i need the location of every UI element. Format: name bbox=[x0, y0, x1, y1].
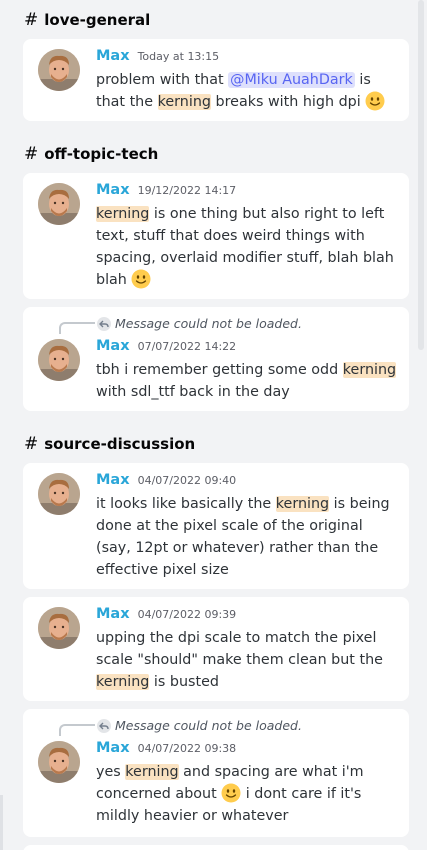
avatar[interactable] bbox=[38, 339, 80, 381]
channel-hash-icon: # bbox=[24, 434, 39, 454]
search-result-message[interactable]: Max 04/07/2022 09:39 upping the dpi scal… bbox=[23, 597, 409, 701]
slight-smile-emoji-icon bbox=[365, 91, 385, 111]
slight-smile-emoji-icon bbox=[131, 269, 151, 289]
search-result-message[interactable]: Message could not be loaded. Max 07/07/2… bbox=[23, 307, 409, 411]
search-result-message[interactable]: Max 19/12/2022 14:17 kerning is one thin… bbox=[23, 173, 409, 299]
channel-hash-icon: # bbox=[24, 10, 39, 30]
channel-hash-icon: # bbox=[24, 144, 39, 164]
author-name[interactable]: Max bbox=[96, 338, 130, 354]
scrollbar-thumb[interactable] bbox=[418, 0, 424, 350]
reply-spine bbox=[59, 724, 95, 736]
search-result-message[interactable] bbox=[23, 845, 409, 850]
avatar[interactable] bbox=[38, 183, 80, 225]
message-text: is busted bbox=[149, 674, 219, 690]
reply-arrow-icon bbox=[97, 317, 111, 331]
message-content: upping the dpi scale to match the pixel … bbox=[96, 627, 397, 693]
reply-arrow-icon bbox=[97, 719, 111, 733]
channel-header-love-general[interactable]: # love-general bbox=[24, 9, 150, 31]
channel-header-source-discussion[interactable]: # source-discussion bbox=[24, 433, 195, 455]
message-timestamp: 19/12/2022 14:17 bbox=[137, 184, 237, 197]
search-highlight: kerning bbox=[96, 674, 150, 690]
author-name[interactable]: Max bbox=[96, 472, 130, 488]
message-timestamp: 07/07/2022 14:22 bbox=[137, 340, 237, 353]
channel-name: love-general bbox=[44, 11, 151, 29]
search-highlight: kerning bbox=[96, 206, 150, 222]
search-result-message[interactable]: Message could not be loaded. Max 04/07/2… bbox=[23, 709, 409, 837]
search-highlight: kerning bbox=[125, 764, 179, 780]
message-content: it looks like basically the kerning is b… bbox=[96, 493, 397, 581]
search-highlight: kerning bbox=[157, 94, 211, 110]
message-text: with sdl_ttf back in the day bbox=[96, 384, 290, 400]
avatar[interactable] bbox=[38, 741, 80, 783]
author-name[interactable]: Max bbox=[96, 740, 130, 756]
author-name[interactable]: Max bbox=[96, 48, 130, 64]
search-results-list[interactable]: # love-general Max Today at 13:15 proble… bbox=[0, 0, 415, 850]
message-content: problem with that @Miku AuahDark is that… bbox=[96, 69, 397, 113]
search-result-message[interactable]: Max Today at 13:15 problem with that @Mi… bbox=[23, 39, 409, 121]
slight-smile-emoji-icon bbox=[221, 783, 241, 803]
channel-name: source-discussion bbox=[44, 435, 196, 453]
message-content: tbh i remember getting some odd kerning … bbox=[96, 359, 397, 403]
reply-spine bbox=[59, 322, 95, 334]
message-text: tbh i remember getting some odd bbox=[96, 362, 343, 378]
channel-header-off-topic-tech[interactable]: # off-topic-tech bbox=[24, 143, 158, 165]
message-content: kerning is one thing but also right to l… bbox=[96, 203, 397, 291]
avatar[interactable] bbox=[38, 49, 80, 91]
reply-unavailable-text: Message could not be loaded. bbox=[115, 718, 302, 733]
user-mention[interactable]: @Miku AuahDark bbox=[228, 72, 355, 88]
message-text: yes bbox=[96, 764, 126, 780]
search-highlight: kerning bbox=[275, 496, 330, 512]
message-content: yes kerning and spacing are what i'm con… bbox=[96, 761, 397, 827]
author-name[interactable]: Max bbox=[96, 182, 130, 198]
message-timestamp: 04/07/2022 09:39 bbox=[137, 608, 237, 621]
reply-unavailable-text: Message could not be loaded. bbox=[115, 316, 302, 331]
search-highlight: kerning bbox=[342, 362, 397, 378]
edge-divider bbox=[0, 795, 3, 850]
message-text: problem with that bbox=[96, 72, 229, 88]
message-text: upping the dpi scale to match the pixel … bbox=[96, 630, 383, 668]
author-name[interactable]: Max bbox=[96, 606, 130, 622]
avatar[interactable] bbox=[38, 473, 80, 515]
message-text: it looks like basically the bbox=[96, 496, 276, 512]
message-timestamp: 04/07/2022 09:40 bbox=[137, 474, 237, 487]
search-result-message[interactable]: Max 04/07/2022 09:40 it looks like basic… bbox=[23, 463, 409, 589]
message-timestamp: 04/07/2022 09:38 bbox=[137, 742, 237, 755]
message-text: breaks with high dpi bbox=[210, 94, 366, 110]
message-timestamp: Today at 13:15 bbox=[137, 50, 220, 63]
avatar[interactable] bbox=[38, 607, 80, 649]
channel-name: off-topic-tech bbox=[44, 145, 159, 163]
